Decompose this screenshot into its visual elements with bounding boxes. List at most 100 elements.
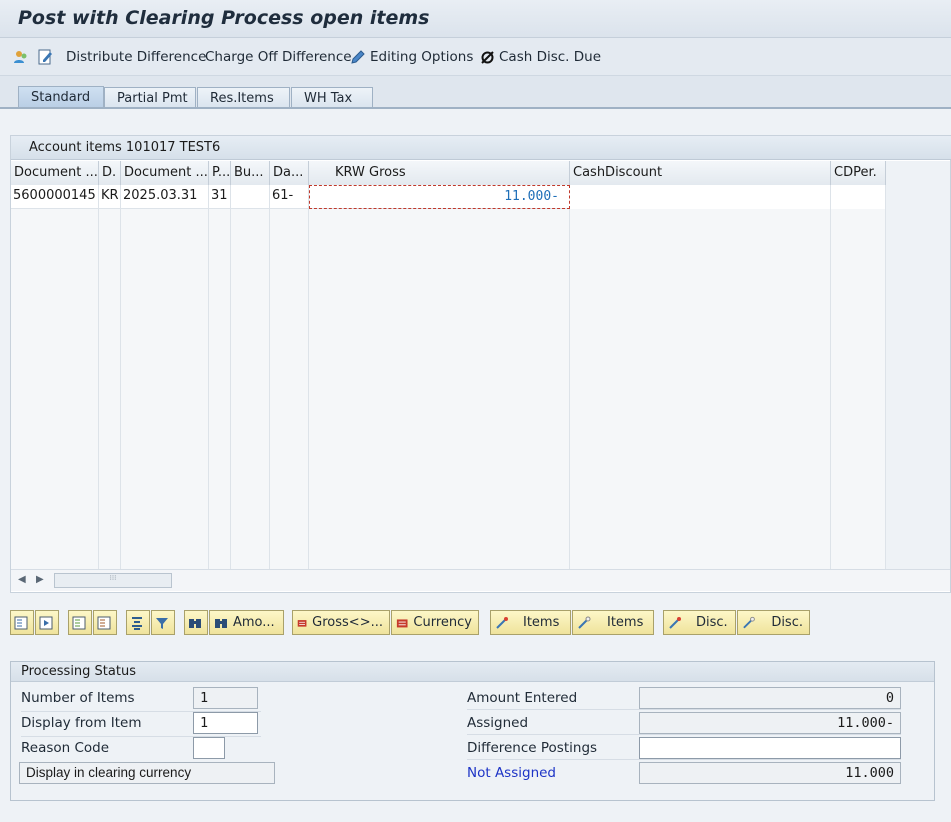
- empty-cell: [231, 281, 270, 305]
- reason-code-field[interactable]: [193, 737, 225, 759]
- cell-cd-percent[interactable]: [831, 185, 886, 209]
- empty-cell: [99, 233, 121, 257]
- empty-cell: [99, 425, 121, 449]
- empty-cell: [99, 305, 121, 329]
- empty-cell: [270, 281, 309, 305]
- scroll-thumb[interactable]: ⁞⁞⁞: [54, 573, 172, 588]
- col-document-number[interactable]: Document ...: [11, 161, 99, 185]
- empty-cell: [570, 281, 831, 305]
- col-doc-type[interactable]: D.: [99, 161, 121, 185]
- empty-cell: [831, 401, 886, 425]
- filter-button[interactable]: [151, 610, 175, 635]
- deactivate-items-button[interactable]: [93, 610, 117, 635]
- items-button-2[interactable]: Items: [572, 610, 654, 635]
- table-row-empty[interactable]: [11, 497, 886, 521]
- sort-ascending-icon: [132, 616, 142, 630]
- tab-res-items[interactable]: Res.Items: [197, 87, 290, 109]
- col-document-date[interactable]: Document ...: [121, 161, 209, 185]
- table-row-empty[interactable]: [11, 281, 886, 305]
- currency-button[interactable]: Currency: [391, 610, 479, 635]
- find-button[interactable]: [184, 610, 208, 635]
- scroll-right-icon[interactable]: ▶: [36, 574, 44, 585]
- empty-cell: [231, 329, 270, 353]
- empty-cell: [99, 497, 121, 521]
- table-row-empty[interactable]: [11, 545, 886, 569]
- items-button-1[interactable]: Items: [490, 610, 571, 635]
- empty-cell: [231, 473, 270, 497]
- cell-days: 61-: [270, 185, 309, 209]
- empty-cell: [270, 257, 309, 281]
- find-amount-button[interactable]: Amo...: [209, 610, 284, 635]
- distribute-difference-button[interactable]: Distribute Difference: [66, 47, 206, 67]
- empty-cell: [209, 233, 231, 257]
- empty-cell: [11, 521, 99, 545]
- table-row-empty[interactable]: [11, 425, 886, 449]
- empty-cell: [570, 425, 831, 449]
- table-row-empty[interactable]: [11, 449, 886, 473]
- pencil-icon: [351, 50, 365, 64]
- table-row-empty[interactable]: [11, 353, 886, 377]
- table-row-empty[interactable]: [11, 401, 886, 425]
- table-row-empty[interactable]: [11, 209, 886, 233]
- tab-partial-pmt[interactable]: Partial Pmt: [104, 87, 196, 109]
- empty-cell: [11, 545, 99, 569]
- col-cd-percent[interactable]: CDPer.: [831, 161, 886, 185]
- horizontal-scrollbar[interactable]: ◀ ▶ ⁞⁞⁞: [11, 569, 950, 591]
- difference-postings-field[interactable]: [639, 737, 901, 759]
- empty-cell: [209, 449, 231, 473]
- deselect-all-button[interactable]: [35, 610, 59, 635]
- empty-cell: [270, 329, 309, 353]
- magic-wand-icon: [578, 616, 591, 629]
- col-period[interactable]: P...: [209, 161, 231, 185]
- empty-cell: [99, 401, 121, 425]
- activate-items-button[interactable]: [68, 610, 92, 635]
- editing-options-button[interactable]: Editing Options: [350, 47, 473, 67]
- select-all-button[interactable]: [10, 610, 34, 635]
- tab-standard[interactable]: Standard: [18, 86, 104, 109]
- empty-cell: [570, 449, 831, 473]
- empty-cell: [831, 305, 886, 329]
- cash-disc-due-button[interactable]: Cash Disc. Due: [480, 47, 601, 67]
- table-row-empty[interactable]: [11, 473, 886, 497]
- row-divider: [21, 736, 261, 737]
- col-days[interactable]: Da...: [270, 161, 309, 185]
- empty-cell: [11, 305, 99, 329]
- col-business-area[interactable]: Bu...: [231, 161, 270, 185]
- cell-cash-discount[interactable]: [570, 185, 831, 209]
- empty-cell: [209, 305, 231, 329]
- display-clearing-currency-button[interactable]: Display in clearing currency: [19, 762, 275, 784]
- table-row-empty[interactable]: [11, 233, 886, 257]
- empty-cell: [99, 521, 121, 545]
- people-icon[interactable]: [12, 47, 30, 67]
- table-row-empty[interactable]: [11, 329, 886, 353]
- charge-off-difference-button[interactable]: Charge Off Difference: [205, 47, 352, 67]
- tab-strip: Standard Partial Pmt Res.Items WH Tax: [0, 76, 951, 109]
- empty-cell: [121, 305, 209, 329]
- table-row-empty[interactable]: [11, 257, 886, 281]
- assigned-field: 11.000-: [639, 712, 901, 734]
- not-assigned-field: 11.000: [639, 762, 901, 784]
- sort-ascending-button[interactable]: [126, 610, 150, 635]
- empty-cell: [570, 521, 831, 545]
- empty-cell: [121, 545, 209, 569]
- number-of-items-label: Number of Items: [21, 690, 135, 706]
- disc-button-2[interactable]: Disc.: [737, 610, 810, 635]
- table-row-empty[interactable]: [11, 521, 886, 545]
- table-row[interactable]: 5600000145 KR 2025.03.31 31 61- 11.000-: [11, 185, 886, 209]
- table-row-empty[interactable]: [11, 305, 886, 329]
- gross-net-button[interactable]: Gross<>...: [292, 610, 390, 635]
- cell-krw-gross[interactable]: 11.000-: [309, 185, 570, 209]
- col-cash-discount[interactable]: CashDiscount: [570, 161, 831, 185]
- edit-document-icon[interactable]: [36, 47, 54, 67]
- col-krw-gross[interactable]: KRW Gross: [309, 161, 570, 185]
- disc-button-1[interactable]: Disc.: [663, 610, 736, 635]
- empty-cell: [309, 425, 570, 449]
- display-from-item-field[interactable]: 1: [193, 712, 258, 734]
- empty-cell: [11, 353, 99, 377]
- row-divider: [467, 734, 901, 735]
- scroll-left-icon[interactable]: ◀: [18, 574, 26, 585]
- page-title: Post with Clearing Process open items: [18, 7, 430, 29]
- tab-wh-tax[interactable]: WH Tax: [291, 87, 373, 109]
- table-row-empty[interactable]: [11, 377, 886, 401]
- empty-cell: [309, 353, 570, 377]
